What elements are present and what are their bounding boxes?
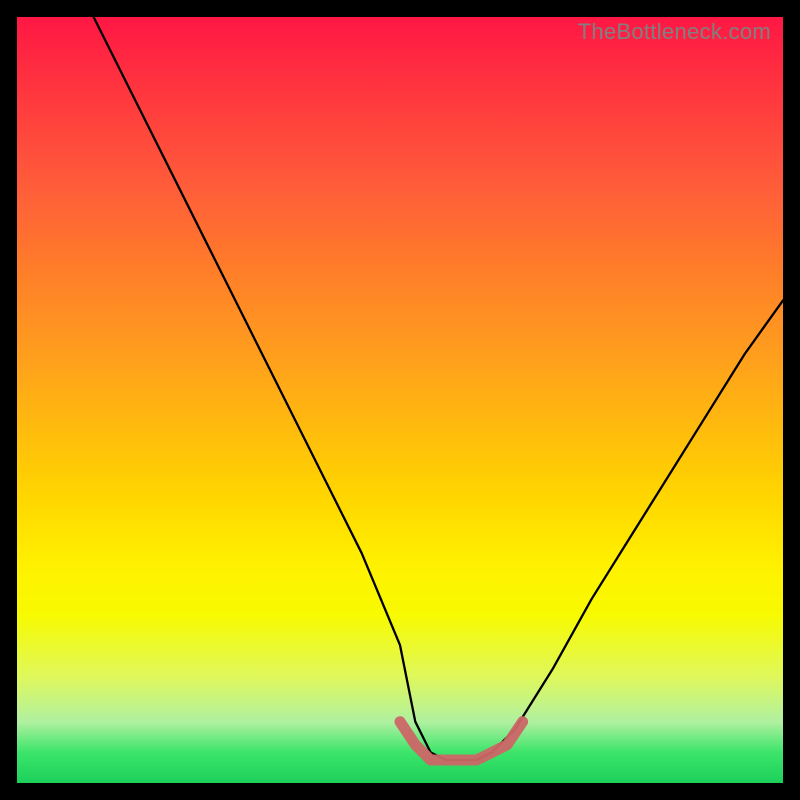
chart-plot-area: TheBottleneck.com [17, 17, 783, 783]
chart-svg [17, 17, 783, 783]
watermark-text: TheBottleneck.com [578, 19, 771, 45]
bottleneck-curve [94, 17, 783, 760]
